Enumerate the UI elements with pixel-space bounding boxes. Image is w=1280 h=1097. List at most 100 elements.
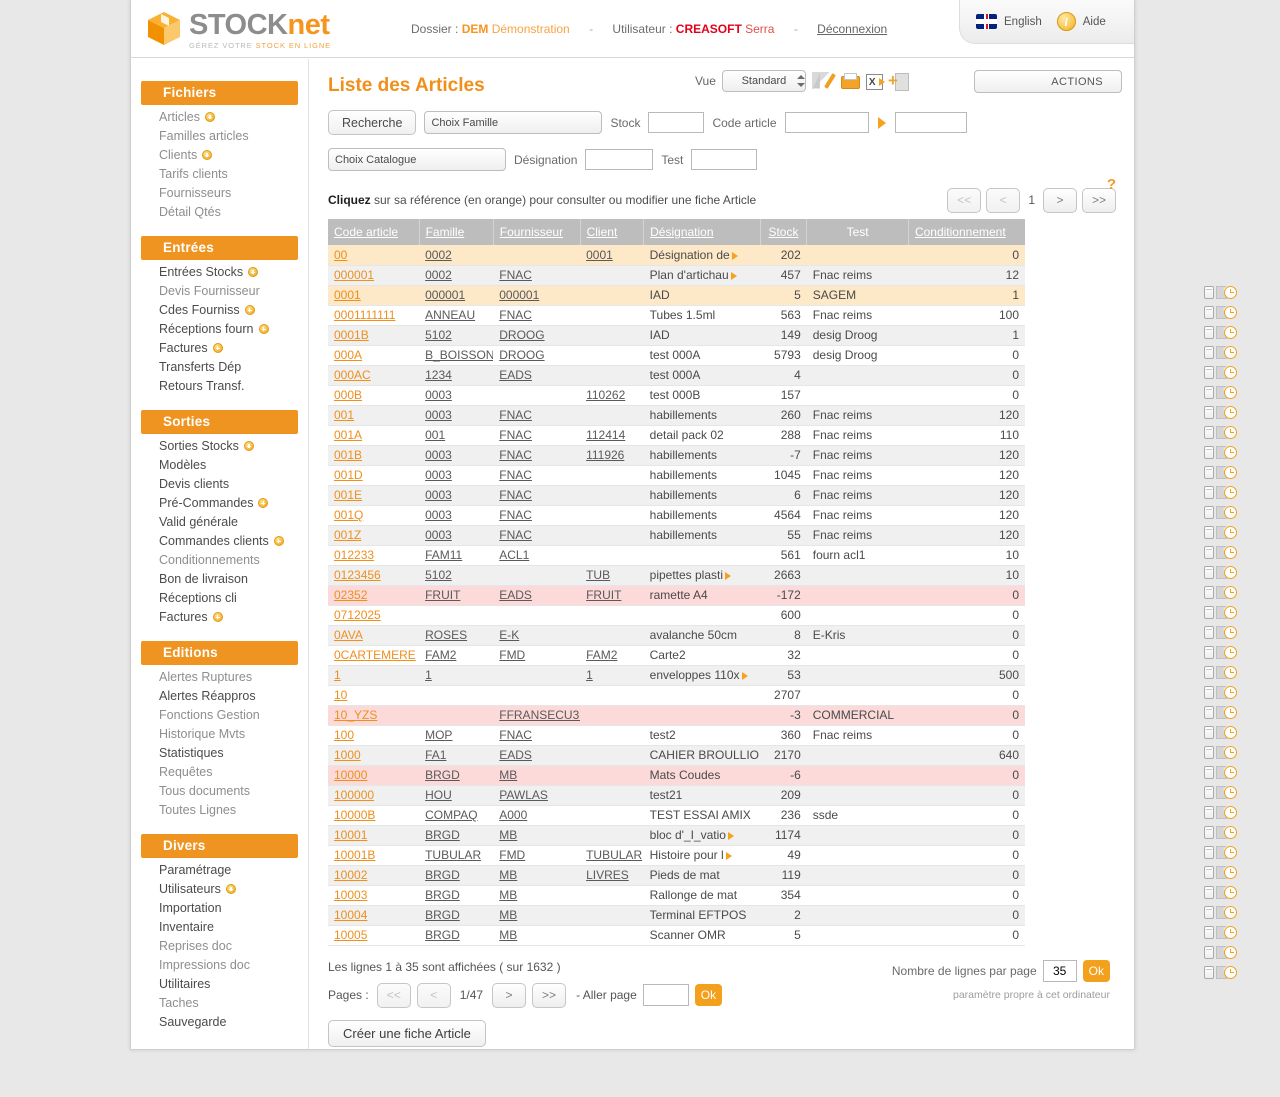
- cell-famille-link[interactable]: 000001: [425, 288, 465, 302]
- cell-famille-link[interactable]: TUBULAR: [425, 848, 481, 862]
- history-clock-icon[interactable]: [1224, 746, 1237, 759]
- history-clock-icon[interactable]: [1224, 346, 1237, 359]
- sidebar-item-factures[interactable]: Factures: [131, 608, 308, 627]
- sidebar-item-tous-documents[interactable]: Tous documents: [131, 782, 308, 801]
- code-article-to-input[interactable]: [895, 112, 967, 133]
- cell-client-link[interactable]: TUB: [586, 568, 610, 582]
- sidebar-item-r-ceptions-fourn[interactable]: Réceptions fourn: [131, 320, 308, 339]
- cell-code-article[interactable]: 10000: [328, 765, 419, 785]
- cell-famille-link[interactable]: FAM11: [425, 548, 462, 562]
- sidebar-item-d-tail-qt-s[interactable]: Détail Qtés: [131, 203, 308, 222]
- table-row[interactable]: 000B0003110262test 000B1570: [328, 385, 1025, 405]
- code-article-from-input[interactable]: [785, 112, 869, 133]
- stock-detail-icon[interactable]: [1204, 406, 1214, 419]
- cell-famille[interactable]: FAM11: [419, 545, 493, 565]
- cell-famille[interactable]: BRGD: [419, 825, 493, 845]
- stock-detail-icon[interactable]: [1204, 386, 1214, 399]
- table-row[interactable]: 01234565102TUBpipettes plasti266310: [328, 565, 1025, 585]
- cell-fournisseur[interactable]: PAWLAS: [493, 785, 580, 805]
- table-row[interactable]: 10005BRGDMBScanner OMR50: [328, 925, 1025, 945]
- stock-detail-icon[interactable]: [1204, 326, 1214, 339]
- history-clock-icon[interactable]: [1224, 526, 1237, 539]
- cell-fournisseur[interactable]: A000: [493, 805, 580, 825]
- table-row[interactable]: 10_YZSFFRANSECU31-3COMMERCIAL0: [328, 705, 1025, 725]
- cell-client-link[interactable]: FRUIT: [586, 588, 621, 602]
- stock-detail-icon[interactable]: [1204, 766, 1214, 779]
- stock-detail-icon[interactable]: [1204, 686, 1214, 699]
- table-row[interactable]: 001Q0003FNAChabillements4564Fnac reims12…: [328, 505, 1025, 525]
- cell-famille[interactable]: 0002: [419, 245, 493, 265]
- info-icon[interactable]: i: [1057, 12, 1076, 31]
- edit-view-icon[interactable]: [812, 72, 833, 91]
- column-header-conditionnement[interactable]: Conditionnement: [908, 219, 1025, 245]
- cell-famille-link[interactable]: ANNEAU: [425, 308, 475, 322]
- table-row[interactable]: 001A001FNAC112414detail pack 02288Fnac r…: [328, 425, 1025, 445]
- expand-triangle-icon[interactable]: [728, 832, 734, 840]
- cell-fournisseur-link[interactable]: MB: [499, 888, 517, 902]
- cell-fournisseur[interactable]: MB: [493, 885, 580, 905]
- add-plus-icon[interactable]: [205, 112, 215, 122]
- cell-fournisseur-link[interactable]: ACL1: [499, 548, 529, 562]
- cell-code-article[interactable]: 10001B: [328, 845, 419, 865]
- cell-code-article[interactable]: 001Q: [328, 505, 419, 525]
- sidebar-item-sorties-stocks[interactable]: Sorties Stocks: [131, 437, 308, 456]
- cell-fournisseur-link[interactable]: MB: [499, 768, 517, 782]
- sidebar-item-commandes-clients[interactable]: Commandes clients: [131, 532, 308, 551]
- cell-code-article[interactable]: 000A: [328, 345, 419, 365]
- stock-detail-icon[interactable]: [1204, 806, 1214, 819]
- history-clock-icon[interactable]: [1224, 966, 1237, 979]
- cell-famille[interactable]: 0003: [419, 405, 493, 425]
- table-row[interactable]: 100000HOUPAWLAStest212090: [328, 785, 1025, 805]
- uk-flag-icon[interactable]: [976, 14, 997, 29]
- cell-client-link[interactable]: 0001: [586, 248, 613, 262]
- cell-code-article[interactable]: 10002: [328, 865, 419, 885]
- history-clock-icon[interactable]: [1224, 706, 1237, 719]
- table-row[interactable]: 0001000001000001IAD5SAGEM1: [328, 285, 1025, 305]
- cell-fournisseur[interactable]: FNAC: [493, 465, 580, 485]
- cell-fournisseur-link[interactable]: EADS: [499, 368, 532, 382]
- table-row[interactable]: 10000BCOMPAQA000TEST ESSAI AMIX236ssde0: [328, 805, 1025, 825]
- history-clock-icon[interactable]: [1224, 666, 1237, 679]
- cell-fournisseur[interactable]: FMD: [493, 645, 580, 665]
- cell-code-article-link[interactable]: 10_YZS: [334, 708, 377, 722]
- cell-famille-link[interactable]: 5102: [425, 568, 452, 582]
- cell-famille[interactable]: BRGD: [419, 885, 493, 905]
- table-row[interactable]: 1027070: [328, 685, 1025, 705]
- add-plus-icon[interactable]: [244, 441, 254, 451]
- cell-code-article-link[interactable]: 001A: [334, 428, 362, 442]
- sidebar-item-statistiques[interactable]: Statistiques: [131, 744, 308, 763]
- cell-fournisseur-link[interactable]: MB: [499, 828, 517, 842]
- history-clock-icon[interactable]: [1224, 586, 1237, 599]
- add-plus-icon[interactable]: [248, 267, 258, 277]
- sidebar-item-taches[interactable]: Taches: [131, 994, 308, 1013]
- table-row[interactable]: 10003BRGDMBRallonge de mat3540: [328, 885, 1025, 905]
- cell-fournisseur[interactable]: EADS: [493, 365, 580, 385]
- table-row[interactable]: 10001BRGDMBbloc d'_I_vatio11740: [328, 825, 1025, 845]
- stock-detail-icon[interactable]: [1204, 966, 1214, 979]
- table-row[interactable]: 001D0003FNAChabillements1045Fnac reims12…: [328, 465, 1025, 485]
- cell-fournisseur[interactable]: FNAC: [493, 725, 580, 745]
- cell-code-article[interactable]: 10001: [328, 825, 419, 845]
- cell-famille[interactable]: ROSES: [419, 625, 493, 645]
- history-clock-icon[interactable]: [1224, 646, 1237, 659]
- cell-famille-link[interactable]: COMPAQ: [425, 808, 477, 822]
- history-clock-icon[interactable]: [1224, 326, 1237, 339]
- history-clock-icon[interactable]: [1224, 306, 1237, 319]
- column-header-fournisseur[interactable]: Fournisseur: [493, 219, 580, 245]
- cell-client-link[interactable]: LIVRES: [586, 868, 629, 882]
- table-row[interactable]: 0CARTEMEREFAM2FMDFAM2Carte2320: [328, 645, 1025, 665]
- stock-detail-icon[interactable]: [1204, 486, 1214, 499]
- cell-code-article[interactable]: 02352: [328, 585, 419, 605]
- cell-code-article[interactable]: 1: [328, 665, 419, 685]
- cell-code-article-link[interactable]: 001E: [334, 488, 362, 502]
- stock-detail-icon[interactable]: [1204, 886, 1214, 899]
- stock-detail-icon[interactable]: [1204, 626, 1214, 639]
- pager-prev-button[interactable]: <: [986, 188, 1020, 213]
- table-row[interactable]: 10004BRGDMBTerminal EFTPOS20: [328, 905, 1025, 925]
- cell-code-article[interactable]: 00: [328, 245, 419, 265]
- cell-famille[interactable]: 0002: [419, 265, 493, 285]
- history-clock-icon[interactable]: [1224, 786, 1237, 799]
- cell-code-article[interactable]: 012233: [328, 545, 419, 565]
- cell-client-link[interactable]: 110262: [586, 388, 625, 402]
- cell-code-article-link[interactable]: 001B: [334, 448, 362, 462]
